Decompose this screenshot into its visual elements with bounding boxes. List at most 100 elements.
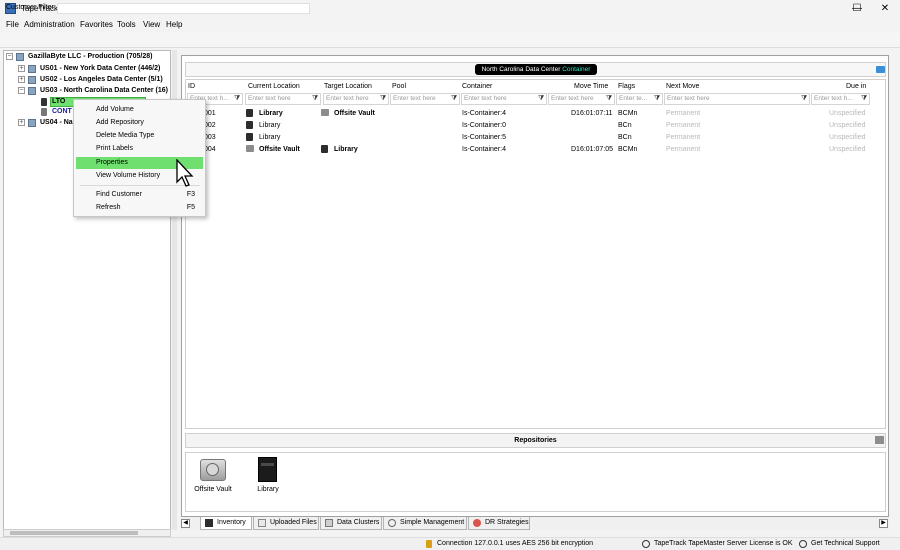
tree-node-us01[interactable]: US01 - New York Data Center (446/2) — [40, 65, 160, 72]
table-cell-next-move[interactable]: Permanent — [666, 146, 700, 153]
tab-scroll-left-icon[interactable]: ◀ — [181, 519, 190, 528]
filter-icon[interactable]: ⧩ — [312, 95, 319, 103]
table-cell-current[interactable]: Library — [259, 110, 283, 117]
table-cell-container[interactable]: Is-Container:5 — [462, 134, 506, 141]
menu-bar: File Administration Favorites Tools View… — [0, 18, 900, 32]
support-link[interactable]: Get Technical Support — [811, 540, 880, 547]
menu-item-refresh[interactable]: Refresh F5 — [76, 202, 203, 214]
column-header-target-location[interactable]: Target Location — [324, 83, 372, 90]
tree-node-us04[interactable]: US04 - Na — [40, 119, 73, 126]
table-cell-current[interactable]: Library — [259, 134, 280, 141]
table-cell-target[interactable]: Library — [334, 146, 358, 153]
table-cell-due[interactable]: Unspecified — [829, 134, 866, 141]
column-header-due-in[interactable]: Due in — [846, 83, 866, 90]
expand-us02-icon[interactable]: + — [18, 76, 25, 83]
tree-node-us02[interactable]: US02 - Los Angeles Data Center (5/1) — [40, 76, 163, 83]
column-header-move-time[interactable]: Move Time — [574, 83, 608, 90]
menu-tools[interactable]: Tools — [117, 20, 136, 29]
tab-simple-management[interactable]: Simple Management — [383, 517, 467, 530]
table-cell-due[interactable]: Unspecified — [829, 110, 866, 117]
filter-cell-move-time[interactable]: Enter text here ⧩ — [548, 93, 615, 105]
table-cell-container[interactable]: Is-Container:4 — [462, 110, 506, 117]
expand-us01-icon[interactable]: + — [18, 65, 25, 72]
filter-placeholder: Enter text here — [393, 95, 436, 102]
filter-icon[interactable]: ⧩ — [606, 95, 613, 103]
menu-item-delete-media-type[interactable]: Delete Media Type — [76, 130, 203, 142]
table-cell-flags[interactable]: BCMn — [618, 146, 637, 153]
library-icon — [321, 145, 328, 153]
collapse-us03-icon[interactable]: − — [18, 87, 25, 94]
table-cell-next-move[interactable]: Permanent — [666, 110, 700, 117]
panel-toggle-icon[interactable] — [876, 66, 885, 73]
table-cell-target[interactable]: Offsite Vault — [334, 110, 375, 117]
filter-cell-next-move[interactable]: Enter text here ⧩ — [664, 93, 810, 105]
table-cell-flags[interactable]: BCMn — [618, 110, 637, 117]
maximize-button[interactable]: ☐ — [842, 0, 872, 18]
table-cell-next-move[interactable]: Permanent — [666, 122, 700, 129]
library-rack-icon[interactable] — [258, 457, 277, 482]
filter-cell-pool[interactable]: Enter text here ⧩ — [390, 93, 460, 105]
column-header-flags[interactable]: Flags — [618, 83, 635, 90]
table-cell-move-time[interactable]: D16:01:07:11 — [571, 110, 613, 117]
menu-shortcut: F3 — [186, 191, 195, 198]
tab-data-clusters[interactable]: Data Clusters — [320, 517, 382, 530]
filter-icon[interactable]: ⧩ — [380, 95, 387, 103]
filter-cell-current-location[interactable]: Enter text here ⧩ — [245, 93, 321, 105]
menu-help[interactable]: Help — [166, 20, 182, 29]
tree-node-lto[interactable]: LTO — [52, 98, 65, 105]
column-header-container[interactable]: Container — [462, 83, 492, 90]
menu-file[interactable]: File — [6, 20, 19, 29]
lock-icon — [426, 540, 432, 548]
table-cell-container[interactable]: Is-Container:0 — [462, 122, 506, 129]
close-button[interactable]: ✕ — [870, 0, 900, 18]
expand-us04-icon[interactable]: + — [18, 119, 25, 126]
menu-item-add-repository[interactable]: Add Repository — [76, 117, 203, 129]
filter-icon[interactable]: ⧩ — [861, 95, 868, 103]
menu-favorites[interactable]: Favorites — [80, 20, 113, 29]
expand-root-icon[interactable]: − — [6, 53, 13, 60]
status-connection: Connection 127.0.0.1 uses AES 256 bit en… — [437, 540, 594, 547]
column-header-current-location[interactable]: Current Location — [248, 83, 300, 90]
column-header-id[interactable]: ID — [188, 83, 195, 90]
menu-view[interactable]: View — [143, 20, 160, 29]
table-cell-container[interactable]: Is-Container:4 — [462, 146, 506, 153]
table-cell-due[interactable]: Unspecified — [829, 146, 866, 153]
menu-item-print-labels[interactable]: Print Labels — [76, 143, 203, 155]
filter-cell-flags[interactable]: Enter te... ⧩ — [616, 93, 663, 105]
repositories-menu-icon[interactable] — [875, 436, 884, 444]
filter-cell-target-location[interactable]: Enter text here ⧩ — [323, 93, 389, 105]
filter-icon[interactable]: ⧩ — [451, 95, 458, 103]
filter-icon[interactable]: ⧩ — [654, 95, 661, 103]
table-cell-current[interactable]: Library — [259, 122, 280, 129]
table-cell-flags[interactable]: BCn — [618, 134, 632, 141]
tree-node-cont[interactable]: CONT — [52, 108, 72, 115]
column-header-next-move[interactable]: Next Move — [666, 83, 699, 90]
filter-cell-due-in[interactable]: Enter text h... ⧩ — [811, 93, 870, 105]
table-cell-due[interactable]: Unspecified — [829, 122, 866, 129]
customer-filter-input[interactable] — [57, 3, 310, 14]
container-icon — [41, 108, 47, 116]
tab-inventory[interactable]: Inventory — [200, 517, 252, 530]
tab-scroll-right-icon[interactable]: ▶ — [879, 519, 888, 528]
menu-item-add-volume[interactable]: Add Volume — [76, 104, 203, 116]
tree-root[interactable]: GazillaByte LLC - Production (705/28) — [28, 53, 152, 60]
table-cell-flags[interactable]: BCn — [618, 122, 632, 129]
table-cell-current[interactable]: Offsite Vault — [259, 146, 300, 153]
column-header-pool[interactable]: Pool — [392, 83, 406, 90]
tree-node-us03[interactable]: US03 - North Carolina Data Center (16) — [40, 87, 168, 94]
filter-icon[interactable]: ⧩ — [538, 95, 545, 103]
filter-icon[interactable]: ⧩ — [234, 95, 241, 103]
repository-offsite-vault[interactable]: Offsite Vault — [183, 486, 243, 493]
menu-administration[interactable]: Administration — [24, 20, 75, 29]
filter-cell-container[interactable]: Enter text here ⧩ — [461, 93, 547, 105]
tree-scrollbar-thumb[interactable] — [10, 531, 138, 535]
tab-dr-strategies[interactable]: DR Strategies — [468, 517, 530, 530]
tab-uploaded-files[interactable]: Uploaded Files — [253, 517, 319, 530]
table-cell-move-time[interactable]: D16:01:07:05 — [571, 146, 613, 153]
menu-item-find-customer[interactable]: Find Customer F3 — [76, 189, 203, 201]
filter-icon[interactable]: ⧩ — [801, 95, 808, 103]
menu-shortcut: F5 — [186, 204, 195, 211]
repository-library[interactable]: Library — [238, 486, 298, 493]
vault-icon — [246, 145, 254, 152]
table-cell-next-move[interactable]: Permanent — [666, 134, 700, 141]
